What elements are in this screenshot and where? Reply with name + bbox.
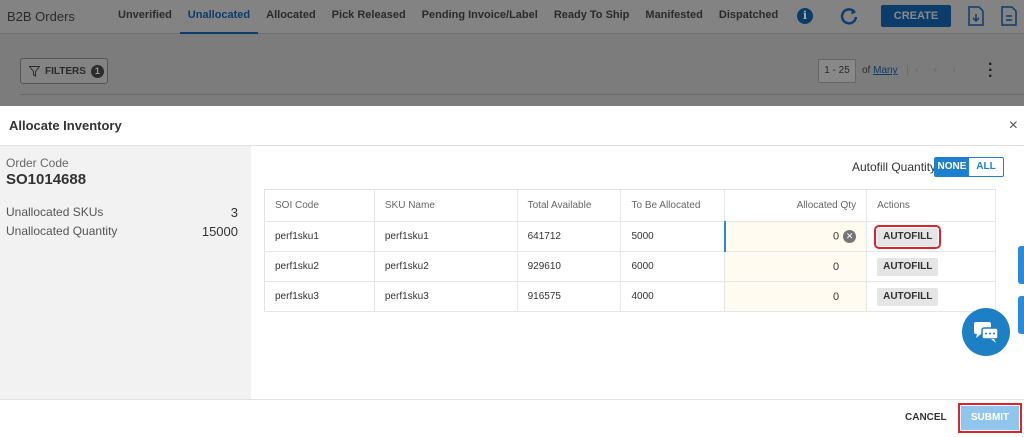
soi-code-cell: perf1sku2 [264,251,375,282]
autofill-quantity-toggle: NONE ALL [934,157,1004,177]
order-status-tabs: Unverified Unallocated Allocated Pick Re… [110,0,786,34]
tab-dispatched[interactable]: Dispatched [711,0,786,34]
autofill-quantity-label: Autofill Quantity [852,160,937,174]
side-panel-tab[interactable] [1018,246,1024,284]
unallocated-quantity-label: Unallocated Quantity [6,224,118,238]
autofill-button[interactable]: AUTOFILL [877,257,939,276]
tab-manifested[interactable]: Manifested [637,0,710,34]
cancel-button[interactable]: CANCEL [905,412,947,423]
tab-unallocated[interactable]: Unallocated [179,0,259,34]
table-row: perf1sku1 perf1sku1 641712 5000 0 ✕ AUTOF… [264,221,996,252]
filters-label: FILTERS [45,65,86,77]
order-summary-panel: Order Code SO1014688 Unallocated SKUs 3 … [0,146,251,400]
allocation-table: SOI Code SKU Name Total Available To Be … [264,189,996,312]
sku-name-cell: perf1sku1 [374,221,518,252]
app-title: B2B Orders [7,9,75,24]
actions-cell: AUTOFILL [866,221,996,252]
modal-footer: CANCEL SUBMIT [0,399,1024,437]
chat-icon [974,322,999,343]
header-sku-name: SKU Name [374,189,518,222]
pager-many-link[interactable]: Many [873,65,897,76]
header-soi-code: SOI Code [264,189,375,222]
soi-code-cell: perf1sku3 [264,281,375,312]
sku-name-cell: perf1sku3 [374,281,518,312]
to-be-allocated-cell: 6000 [620,251,726,282]
filter-icon [29,65,40,77]
actions-cell: AUTOFILL [866,281,996,312]
header-total-available: Total Available [517,189,622,222]
autofill-button[interactable]: AUTOFILL [874,224,942,249]
to-be-allocated-cell: 5000 [620,221,726,252]
header-allocated-qty: Allocated Qty [724,189,868,222]
refresh-icon[interactable] [839,6,859,26]
create-button[interactable]: CREATE [881,5,951,27]
header-actions: Actions [866,189,996,222]
tab-unverified[interactable]: Unverified [110,0,180,34]
toggle-none-option[interactable]: NONE [935,158,969,176]
allocate-inventory-modal: Allocate Inventory × Order Code SO101468… [0,106,1024,437]
pager-of-text: of Many [862,65,898,76]
order-code-label: Order Code [6,156,69,170]
modal-title: Allocate Inventory [9,118,122,133]
tab-pending-invoice-label[interactable]: Pending Invoice/Label [414,0,546,34]
pager-range[interactable]: 1 - 25 [818,59,856,83]
close-icon[interactable]: × [1009,117,1018,135]
top-nav-bar: B2B Orders Unverified Unallocated Alloca… [0,0,1024,34]
pager-arrows[interactable]: |‹ ‹ › [906,64,962,76]
to-be-allocated-cell: 4000 [620,281,726,312]
autofill-button[interactable]: AUTOFILL [877,287,939,306]
tab-ready-to-ship[interactable]: Ready To Ship [546,0,638,34]
info-icon[interactable]: i [797,8,813,24]
unallocated-quantity-value: 15000 [201,224,238,239]
submit-button[interactable]: SUBMIT [958,403,1022,433]
table-row: perf1sku3 perf1sku3 916575 4000 0 AUTOFI… [264,281,996,312]
unallocated-skus-value: 3 [230,205,238,220]
filters-button[interactable]: FILTERS 1 [20,58,108,84]
unallocated-quantity-row: Unallocated Quantity 15000 [6,224,238,239]
tab-pick-released[interactable]: Pick Released [324,0,414,34]
allocated-qty-input[interactable]: 0 [724,281,868,312]
import-file-icon[interactable] [1001,6,1017,26]
more-options-icon[interactable]: · · · [988,57,993,85]
soi-code-cell: perf1sku1 [264,221,375,252]
order-code-value: SO1014688 [6,171,87,188]
export-file-icon[interactable] [968,6,984,26]
allocated-qty-input[interactable]: 0 [724,251,868,282]
table-header-row: SOI Code SKU Name Total Available To Be … [264,189,996,222]
table-row: perf1sku2 perf1sku2 929610 6000 0 AUTOFI… [264,251,996,282]
header-to-be-allocated: To Be Allocated [620,189,726,222]
sku-name-cell: perf1sku2 [374,251,518,282]
total-available-cell: 916575 [517,281,622,312]
side-panel-tab[interactable] [1018,296,1024,334]
unallocated-skus-row: Unallocated SKUs 3 [6,205,238,220]
toggle-all-option[interactable]: ALL [969,158,1003,176]
actions-cell: AUTOFILL [866,251,996,282]
unallocated-skus-label: Unallocated SKUs [6,205,104,219]
modal-header: Allocate Inventory × [0,106,1024,146]
chat-support-button[interactable] [962,308,1010,356]
total-available-cell: 641712 [517,221,622,252]
allocated-qty-input[interactable]: 0 ✕ [723,221,868,252]
tab-allocated[interactable]: Allocated [258,0,324,34]
clear-icon[interactable]: ✕ [843,230,857,243]
total-available-cell: 929610 [517,251,622,282]
filters-count-badge: 1 [90,64,104,78]
